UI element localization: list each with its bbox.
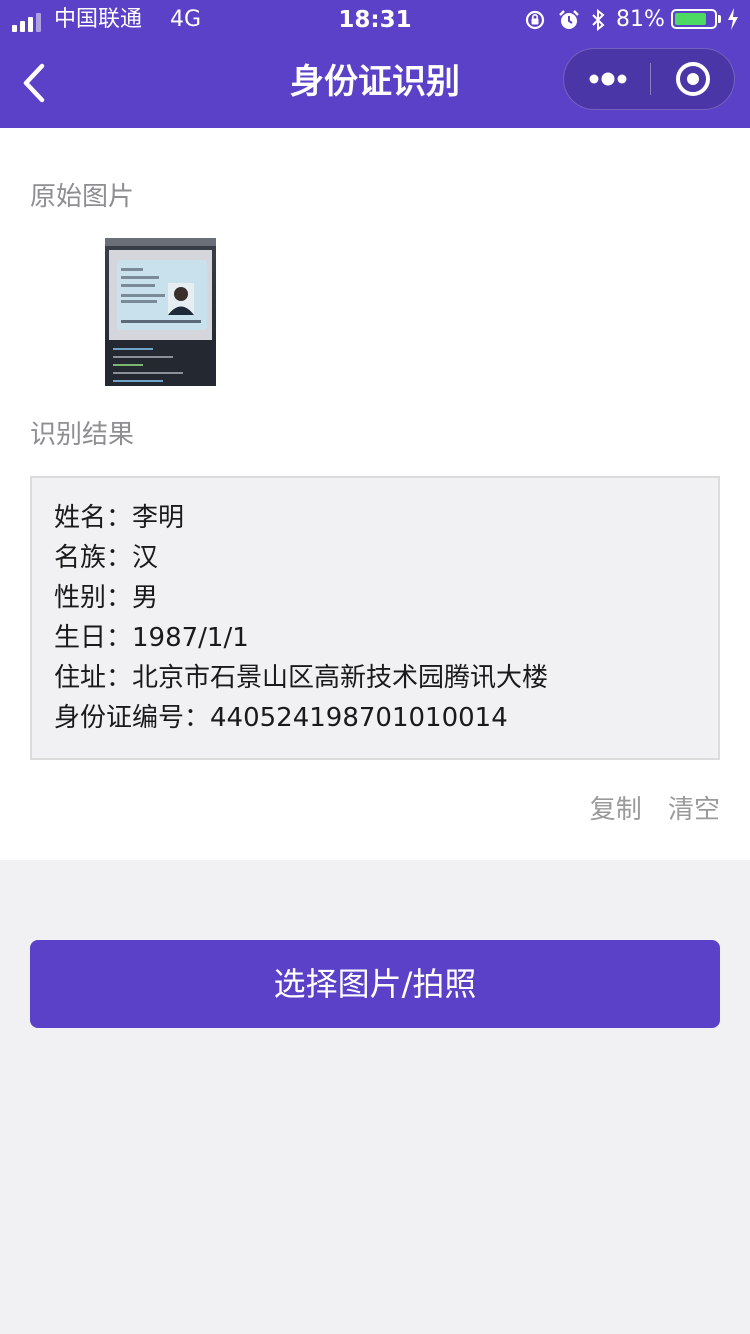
battery-level bbox=[675, 13, 706, 25]
result-gender-line: 性别：男 bbox=[54, 583, 159, 613]
more-dots-icon bbox=[589, 72, 627, 86]
id-card-photo bbox=[105, 238, 216, 386]
bluetooth-icon bbox=[592, 8, 605, 32]
battery-icon bbox=[671, 9, 717, 29]
result-textarea[interactable]: 姓名：李明 名族：汉 性别：男 生日：1987/1/1 住址：北京市石景山区高新… bbox=[30, 476, 720, 760]
battery-cap bbox=[718, 15, 721, 23]
battery-percent: 81% bbox=[616, 7, 665, 32]
top-bar: 中国联通 4G 18:31 81% 身份证识别 bbox=[0, 0, 750, 128]
navigation-bar: 身份证识别 bbox=[0, 40, 750, 128]
menu-capsule bbox=[563, 48, 735, 110]
content-panel: 原始图片 识别结果 姓名：李明 名族：汉 性别：男 生日：1987/1/1 住址… bbox=[0, 128, 750, 860]
result-birthday-line: 生日：1987/1/1 bbox=[54, 623, 249, 653]
close-button[interactable] bbox=[651, 49, 735, 109]
choose-image-button[interactable]: 选择图片/拍照 bbox=[30, 940, 720, 1028]
result-label: 识别结果 bbox=[30, 420, 135, 450]
result-actions: 复制 清空 bbox=[572, 792, 720, 828]
copy-button[interactable]: 复制 bbox=[590, 792, 642, 828]
more-button[interactable] bbox=[564, 49, 650, 109]
orientation-lock-icon bbox=[525, 10, 545, 30]
target-circle-icon bbox=[676, 62, 710, 96]
clear-button[interactable]: 清空 bbox=[668, 792, 720, 828]
result-ethnicity-line: 名族：汉 bbox=[54, 543, 159, 573]
charging-icon bbox=[728, 8, 738, 30]
status-bar: 中国联通 4G 18:31 81% bbox=[0, 0, 750, 40]
original-image-label: 原始图片 bbox=[30, 182, 135, 212]
result-name-line: 姓名：李明 bbox=[54, 503, 185, 533]
result-address-line: 住址：北京市石景山区高新技术园腾讯大楼 bbox=[54, 663, 549, 693]
alarm-icon bbox=[559, 10, 579, 29]
original-image-thumbnail[interactable] bbox=[105, 238, 216, 386]
result-id-number-line: 身份证编号：440524198701010014 bbox=[54, 703, 508, 733]
